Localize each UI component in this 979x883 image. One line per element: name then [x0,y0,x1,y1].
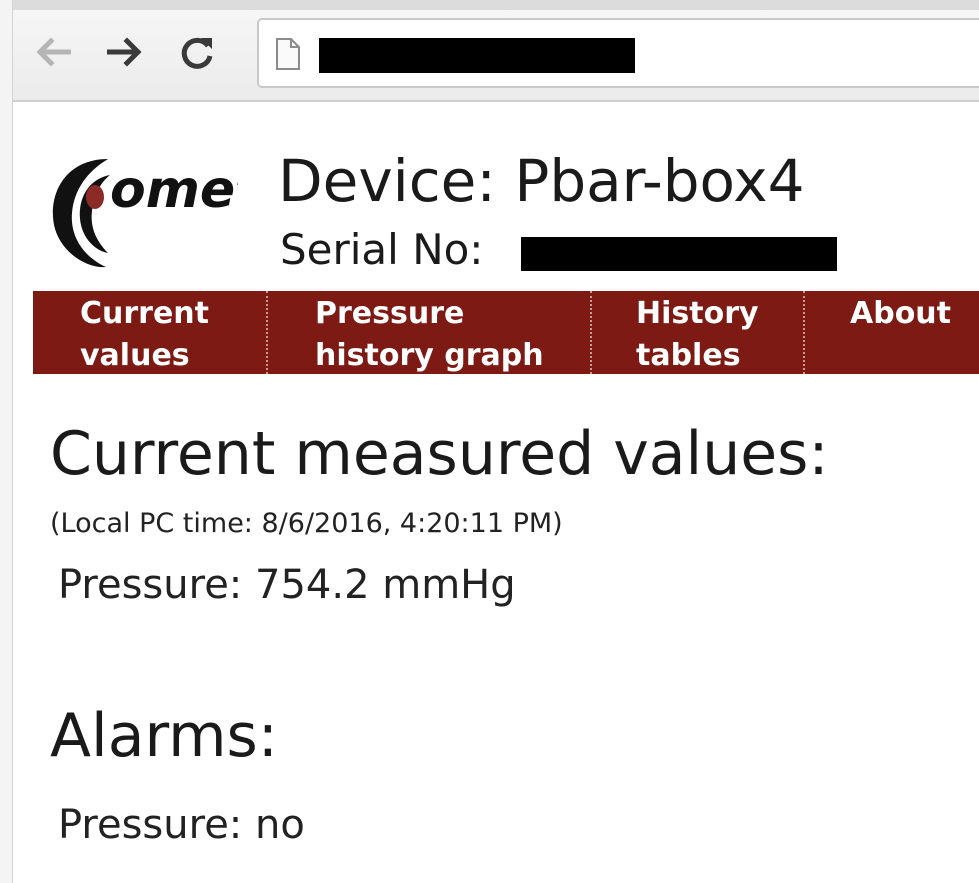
pressure-reading: Pressure: 754.2 mmHg [58,560,516,610]
back-button[interactable] [33,32,73,72]
serial-redaction [521,237,837,271]
nav-pressure-history-line2: history graph [315,338,544,373]
alarms-heading: Alarms: [50,701,279,771]
nav-separator [590,291,592,374]
reload-button[interactable] [177,32,217,72]
nav-history-tables[interactable]: History tables [636,291,759,374]
nav-current-values-line1: Current [80,296,210,331]
current-values-heading: Current measured values: [50,419,829,489]
local-pc-time: (Local PC time: 8/6/2016, 4:20:11 PM) [50,508,563,539]
device-title: Device: Pbar-box4 [278,146,805,216]
page-icon [276,38,300,70]
forward-button[interactable] [105,32,145,72]
comet-logo: omet [48,153,262,273]
browser-toolbar [13,0,979,102]
nav-history-tables-line1: History [636,296,759,331]
nav-current-values[interactable]: Current values [80,291,209,374]
pressure-unit: mmHg [382,562,516,608]
address-bar[interactable] [257,18,979,88]
nav-separator [803,291,805,374]
svg-text:omet: omet [110,160,238,220]
window-frame [0,0,13,883]
serial-label: Serial No: [280,225,484,274]
alarm-pressure-label: Pressure: [58,802,243,848]
nav-about[interactable]: About [850,291,951,374]
nav-history-tables-line2: tables [636,338,741,373]
url-redaction [319,38,635,73]
reload-icon [181,37,213,69]
nav-pressure-history-line1: Pressure [315,296,465,331]
pressure-value: 754.2 [255,562,370,608]
nav-pressure-history-graph[interactable]: Pressure history graph [315,291,544,374]
pressure-label: Pressure: [58,562,243,608]
tab-strip [13,0,979,10]
main-nav: Current values Pressure history graph Hi… [33,291,979,374]
arrow-left-icon [36,37,71,67]
device-name: Pbar-box4 [514,147,805,215]
alarm-pressure-value: no [255,802,305,848]
nav-about-label: About [850,296,952,331]
nav-current-values-line2: values [80,338,190,373]
pressure-alarm-status: Pressure: no [58,800,305,850]
device-label: Device: [278,147,496,215]
arrow-right-icon [107,37,142,67]
nav-separator [266,291,268,374]
